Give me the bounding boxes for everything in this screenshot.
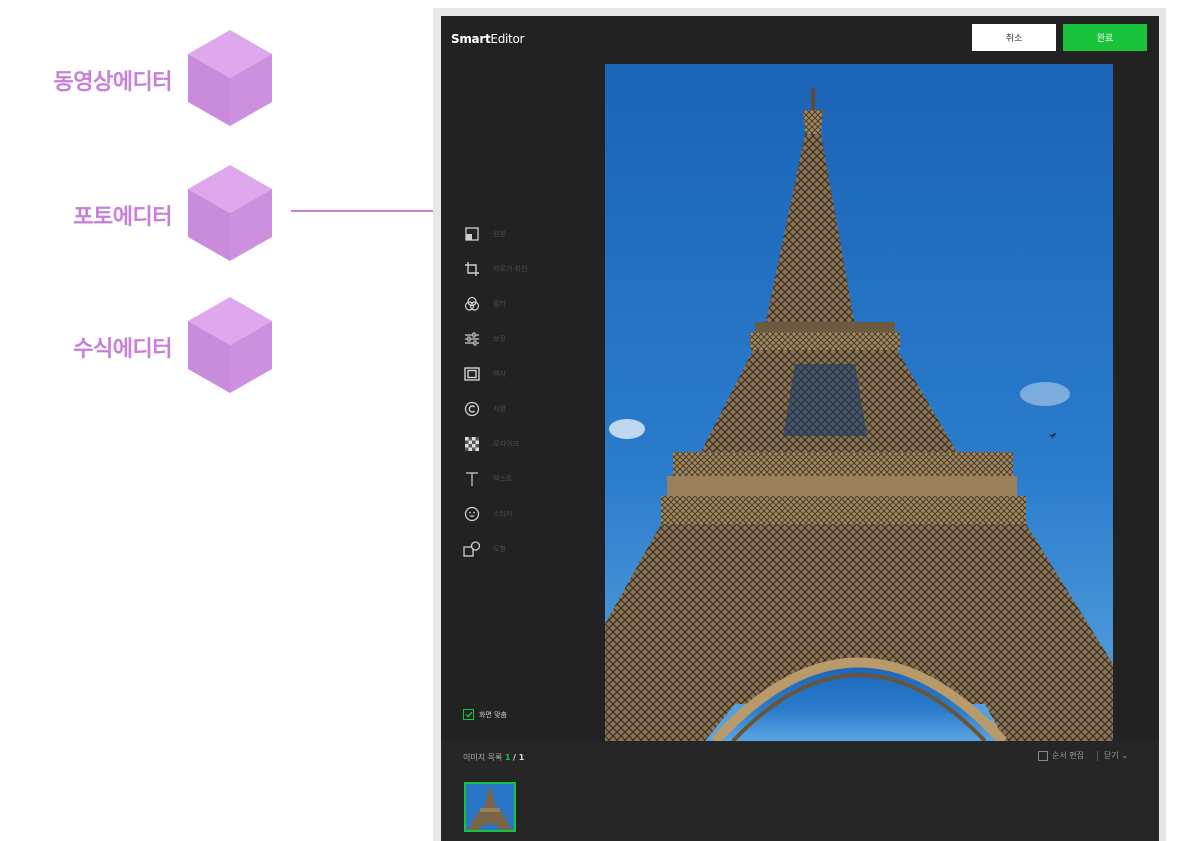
tool-label: 액자	[493, 369, 506, 378]
tool-text[interactable]: 텍스트	[463, 461, 583, 496]
original-icon	[463, 225, 481, 243]
cube-icon	[188, 165, 272, 261]
order-edit-label: 순서 편집	[1052, 751, 1084, 760]
adjust-icon	[463, 330, 481, 348]
tool-label: 스티커	[493, 509, 513, 518]
tool-list: 원본 자르기·회전 필터 보정 액자 서명 모자이크 텍스트 스티커 도형	[463, 216, 583, 566]
image-list-panel: 이미지 목록 1 / 1 순서 편집 닫기 ⌄	[441, 741, 1159, 841]
checkbox-icon	[463, 709, 474, 720]
crop-icon	[463, 260, 481, 278]
cube-icon	[188, 297, 272, 393]
annotation-label: 수식에디터	[73, 337, 172, 362]
mosaic-icon	[463, 435, 481, 453]
tool-label: 보정	[493, 334, 506, 343]
tool-filter[interactable]: 필터	[463, 286, 583, 321]
annotation-photo-editor: 포토에디터	[0, 165, 280, 265]
tool-original[interactable]: 원본	[463, 216, 583, 251]
annotation-label: 동영상에디터	[53, 70, 173, 95]
tool-shape[interactable]: 도형	[463, 531, 583, 566]
order-edit-button[interactable]: 순서 편집	[1038, 750, 1084, 761]
shape-icon	[463, 540, 481, 558]
image-thumbnail[interactable]	[464, 782, 516, 832]
cancel-button[interactable]: 취소	[972, 24, 1056, 51]
annotation-formula-editor: 수식에디터	[0, 297, 280, 397]
sticker-icon	[463, 505, 481, 523]
tool-label: 자르기·회전	[493, 264, 528, 273]
tool-label: 서명	[493, 404, 506, 413]
photo-canvas[interactable]	[605, 64, 1113, 741]
tool-frame[interactable]: 액자	[463, 356, 583, 391]
divider	[1097, 751, 1098, 761]
signature-icon	[463, 400, 481, 418]
image-list-label: 이미지 목록 1 / 1	[463, 753, 525, 762]
tool-label: 모자이크	[493, 439, 519, 448]
tool-adjust[interactable]: 보정	[463, 321, 583, 356]
text-icon	[463, 470, 481, 488]
close-list-button[interactable]: 닫기 ⌄	[1104, 750, 1128, 761]
annotation-video-editor: 동영상에디터	[0, 30, 280, 130]
tool-label: 텍스트	[493, 474, 513, 483]
frame-icon	[463, 365, 481, 383]
smart-editor-window: SmartEditor 취소 완료 원본 자르기·회전 필터 보정 액자 서명 …	[441, 16, 1159, 841]
cube-icon	[188, 30, 272, 126]
app-logo: SmartEditor	[451, 32, 525, 46]
annotation-label: 포토에디터	[73, 205, 172, 230]
fit-to-screen-label: 화면 맞춤	[479, 710, 507, 719]
tool-mosaic[interactable]: 모자이크	[463, 426, 583, 461]
filter-icon	[463, 295, 481, 313]
tool-crop[interactable]: 자르기·회전	[463, 251, 583, 286]
fit-to-screen-checkbox[interactable]: 화면 맞춤	[463, 709, 507, 720]
tool-sticker[interactable]: 스티커	[463, 496, 583, 531]
eiffel-tower-photo	[605, 64, 1113, 741]
tool-label: 도형	[493, 544, 506, 553]
tool-label: 원본	[493, 229, 506, 238]
tool-label: 필터	[493, 299, 506, 308]
tool-signature[interactable]: 서명	[463, 391, 583, 426]
edit-icon	[1038, 750, 1048, 761]
done-button[interactable]: 완료	[1063, 24, 1147, 51]
